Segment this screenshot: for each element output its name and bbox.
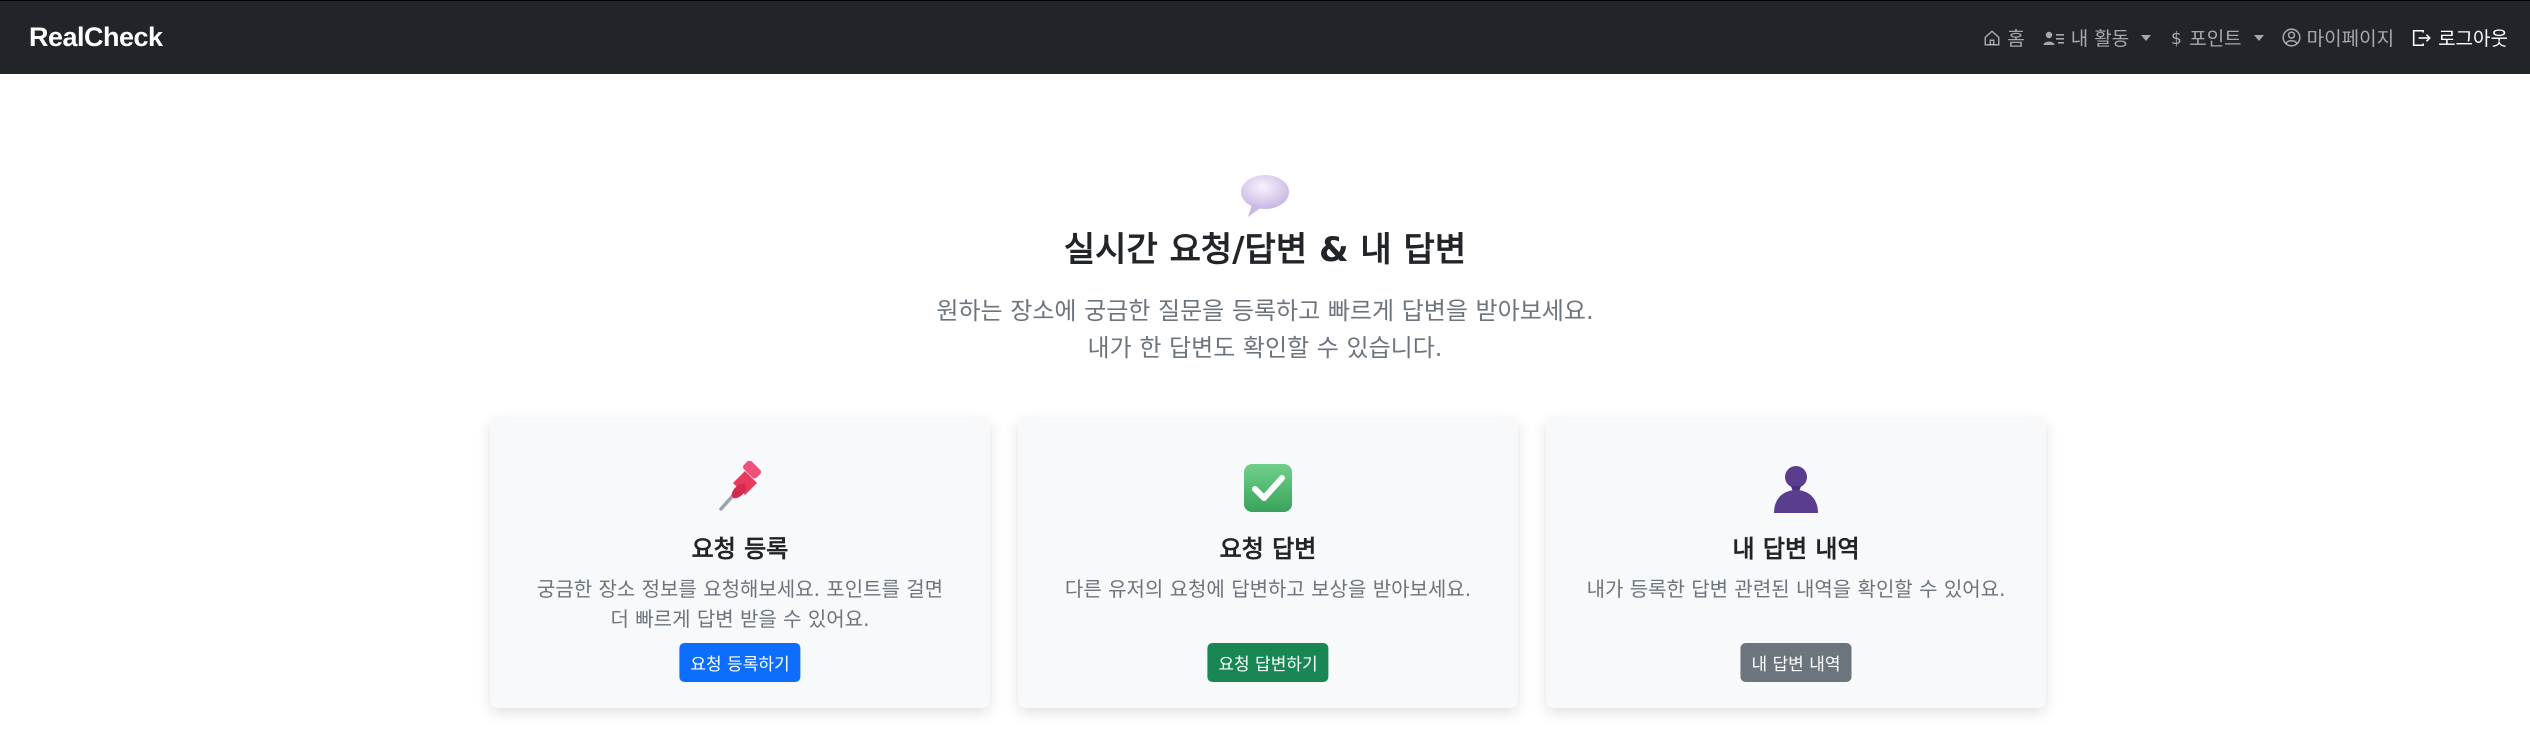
svg-text:$: $: [2171, 29, 2182, 48]
nav-logout[interactable]: 로그아웃: [2412, 24, 2508, 51]
chevron-down-icon: [2141, 34, 2152, 41]
hero-section: 실시간 요청/답변 & 내 답변 원하는 장소에 궁금한 질문을 등록하고 빠르…: [0, 172, 2530, 367]
dollar-icon: $: [2171, 29, 2182, 48]
nav-logout-label: 로그아웃: [2438, 28, 2508, 50]
card-description: 다른 유저의 요청에 답변하고 보상을 받아보세요.: [1018, 574, 1518, 604]
card-description: 내가 등록한 답변 관련된 내역을 확인할 수 있어요.: [1546, 574, 2046, 604]
nav-home-label: 홈: [2007, 28, 2025, 50]
card-title: 요청 답변: [1219, 535, 1317, 563]
nav-home[interactable]: 홈: [1983, 24, 2025, 51]
pushpin-icon: [719, 461, 762, 511]
logout-icon: [2412, 29, 2431, 46]
speech-bubble-icon: [1241, 175, 1289, 217]
answer-request-button[interactable]: 요청 답변하기: [1207, 643, 1329, 682]
feature-cards: 요청 등록 궁금한 장소 정보를 요청해보세요. 포인트를 걸면 더 빠르게 답…: [490, 419, 2046, 708]
card-description-line-1: 다른 유저의 요청에 답변하고 보상을 받아보세요.: [1064, 577, 1472, 601]
checkmark-icon: [1244, 464, 1292, 512]
house-icon: [1984, 29, 2000, 45]
nav-points-label: 포인트: [2189, 28, 2242, 50]
nav-my-activity[interactable]: 내 활동: [2043, 24, 2152, 51]
user-circle-icon: [2282, 28, 2301, 47]
person-card-icon: [2043, 31, 2064, 45]
chevron-down-icon: [2253, 34, 2264, 41]
card-request-answer: 요청 답변 다른 유저의 요청에 답변하고 보상을 받아보세요. 요청 답변하기: [1018, 419, 1518, 708]
card-request-register: 요청 등록 궁금한 장소 정보를 요청해보세요. 포인트를 걸면 더 빠르게 답…: [490, 419, 990, 708]
my-answers-button[interactable]: 내 답변 내역: [1740, 643, 1852, 682]
subtitle-line-2: 내가 한 답변도 확인할 수 있습니다.: [1087, 333, 1443, 362]
brand-logo[interactable]: RealCheck: [29, 22, 163, 53]
nav-mypage-label: 마이페이지: [2306, 28, 2395, 50]
register-request-button[interactable]: 요청 등록하기: [679, 643, 801, 682]
nav-my-activity-label: 내 활동: [2070, 28, 2130, 50]
card-title: 내 답변 내역: [1732, 535, 1860, 563]
card-description-line-1: 내가 등록한 답변 관련된 내역을 확인할 수 있어요.: [1586, 577, 2006, 601]
page-title: 실시간 요청/답변 & 내 답변: [1063, 230, 1467, 270]
card-my-answers: 내 답변 내역 내가 등록한 답변 관련된 내역을 확인할 수 있어요. 내 답…: [1546, 419, 2046, 708]
card-title: 요청 등록: [691, 535, 789, 563]
nav-points[interactable]: $ 포인트: [2169, 24, 2264, 51]
user-silhouette-icon: [1774, 466, 1818, 513]
nav-mypage[interactable]: 마이페이지: [2282, 24, 2394, 51]
nav-menu: 홈 내 활동 $ 포인트 마이페이지 로그아웃: [1983, 24, 2508, 51]
card-description: 궁금한 장소 정보를 요청해보세요. 포인트를 걸면 더 빠르게 답변 받을 수…: [490, 574, 990, 634]
page-subtitle: 원하는 장소에 궁금한 질문을 등록하고 빠르게 답변을 받아보세요. 내가 한…: [0, 293, 2530, 367]
subtitle-line-1: 원하는 장소에 궁금한 질문을 등록하고 빠르게 답변을 받아보세요.: [936, 296, 1594, 325]
card-description-line-2: 더 빠르게 답변 받을 수 있어요.: [610, 607, 870, 631]
card-description-line-1: 궁금한 장소 정보를 요청해보세요. 포인트를 걸면: [536, 577, 944, 601]
navbar: RealCheck 홈 내 활동 $ 포인트 마이페이지 로그아웃: [0, 0, 2530, 74]
